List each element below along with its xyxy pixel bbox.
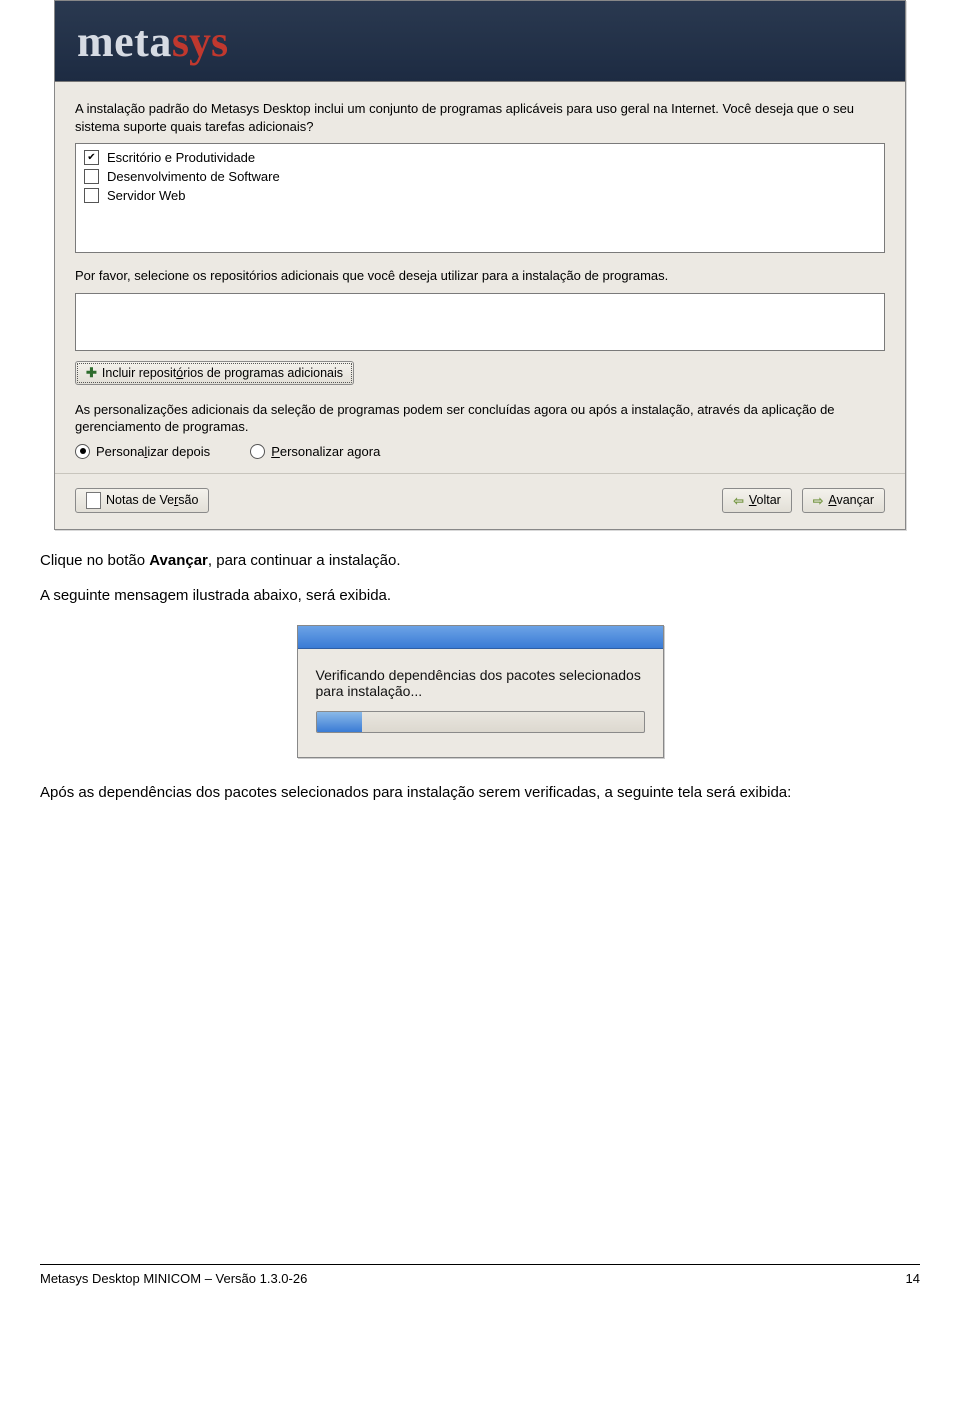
radio-icon[interactable] bbox=[250, 444, 265, 459]
next-button[interactable]: ⇨ Avançar bbox=[802, 488, 885, 513]
task-item-desenvolvimento[interactable]: Desenvolvimento de Software bbox=[82, 167, 878, 186]
installer-footer: Notas de Versão ⇦ Voltar ⇨ Avançar bbox=[55, 473, 905, 529]
progress-fill bbox=[317, 712, 363, 732]
radio-later-post: izar depois bbox=[147, 444, 210, 459]
radio-later[interactable]: Personalizar depois bbox=[75, 444, 210, 459]
doc-line-3: Após as dependências dos pacotes selecio… bbox=[40, 782, 920, 804]
repo-text: Por favor, selecione os repositórios adi… bbox=[75, 267, 885, 285]
back-u: V bbox=[749, 493, 757, 507]
progress-titlebar bbox=[298, 626, 663, 649]
task-list[interactable]: ✔ Escritório e Produtividade Desenvolvim… bbox=[75, 143, 885, 253]
back-button[interactable]: ⇦ Voltar bbox=[722, 488, 791, 513]
notes-pre: Notas de Ve bbox=[106, 493, 174, 507]
doc-line-1: Clique no botão Avançar, para continuar … bbox=[40, 550, 920, 572]
add-repo-label-post: rios de programas adicionais bbox=[183, 366, 343, 380]
doc-line-2: A seguinte mensagem ilustrada abaixo, se… bbox=[40, 585, 920, 607]
page-footer: Metasys Desktop MINICOM – Versão 1.3.0-2… bbox=[40, 1264, 920, 1286]
radio-now-post: ersonalizar agora bbox=[280, 444, 380, 459]
radio-now[interactable]: Personalizar agora bbox=[250, 444, 380, 459]
footer-left: Metasys Desktop MINICOM – Versão 1.3.0-2… bbox=[40, 1271, 307, 1286]
doc-line1c: , para continuar a instalação. bbox=[208, 552, 401, 569]
notes-post: são bbox=[178, 493, 198, 507]
progress-bar bbox=[316, 711, 645, 733]
document-icon bbox=[86, 492, 101, 509]
next-post: vançar bbox=[836, 493, 874, 507]
task-item-servidor[interactable]: Servidor Web bbox=[82, 186, 878, 205]
release-notes-button[interactable]: Notas de Versão bbox=[75, 488, 209, 513]
plus-icon: ✚ bbox=[86, 365, 97, 381]
customize-text: As personalizações adicionais da seleção… bbox=[75, 401, 885, 436]
radio-icon[interactable] bbox=[75, 444, 90, 459]
customize-radios: Personalizar depois Personalizar agora bbox=[75, 444, 885, 459]
radio-now-u: P bbox=[271, 444, 280, 459]
back-post: oltar bbox=[757, 493, 781, 507]
logo-sys: sys bbox=[172, 16, 228, 67]
doc-line1b: Avançar bbox=[149, 552, 208, 569]
add-repo-label-pre: Incluir reposit bbox=[102, 366, 176, 380]
radio-later-pre: Persona bbox=[96, 444, 144, 459]
task-label: Desenvolvimento de Software bbox=[107, 169, 280, 184]
installer-header: metasys bbox=[55, 1, 905, 82]
add-repo-button[interactable]: ✚ Incluir repositórios de programas adic… bbox=[75, 361, 354, 385]
doc-line1a: Clique no botão bbox=[40, 552, 149, 569]
arrow-right-icon: ⇨ bbox=[813, 493, 823, 508]
checkbox-icon[interactable]: ✔ bbox=[84, 150, 99, 165]
logo-meta: meta bbox=[77, 16, 172, 67]
repo-list[interactable] bbox=[75, 293, 885, 351]
task-item-escritorio[interactable]: ✔ Escritório e Produtividade bbox=[82, 148, 878, 167]
checkbox-icon[interactable] bbox=[84, 169, 99, 184]
progress-dialog: Verificando dependências dos pacotes sel… bbox=[297, 625, 664, 758]
checkbox-icon[interactable] bbox=[84, 188, 99, 203]
progress-text: Verificando dependências dos pacotes sel… bbox=[316, 667, 645, 699]
installer-window: metasys A instalação padrão do Metasys D… bbox=[54, 0, 906, 530]
task-label: Servidor Web bbox=[107, 188, 186, 203]
intro-text: A instalação padrão do Metasys Desktop i… bbox=[75, 100, 885, 135]
footer-page-number: 14 bbox=[906, 1271, 920, 1286]
task-label: Escritório e Produtividade bbox=[107, 150, 255, 165]
arrow-left-icon: ⇦ bbox=[733, 493, 743, 508]
